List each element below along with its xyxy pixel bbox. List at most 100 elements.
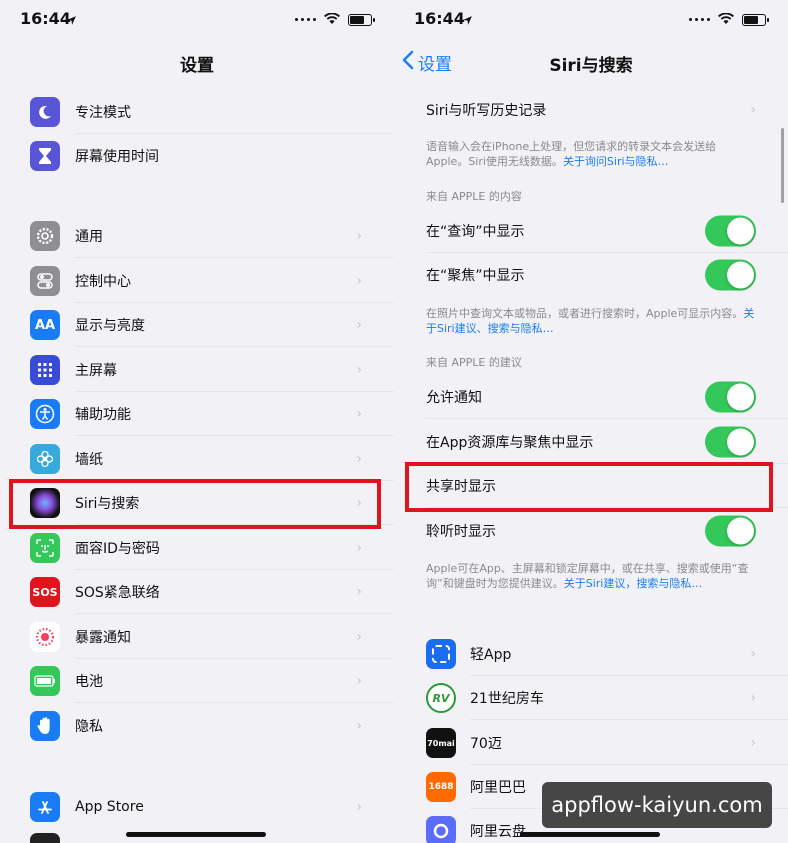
chevron-right-icon: › [356, 540, 362, 556]
settings-item-screen-time[interactable]: 屏幕使用时间 [0, 134, 394, 178]
privacy-link[interactable]: 关于询问Siri与隐私… [563, 155, 669, 168]
settings-item-battery[interactable]: 电池 › [0, 659, 394, 703]
chevron-right-icon: › [750, 646, 756, 662]
moon-icon [30, 97, 60, 127]
app-label: 阿里巴巴 [470, 780, 526, 796]
siri-search-screen: 16:44 设置 Siri与搜索 Siri与听写历史记录 › 语音输入会在iPh… [394, 0, 788, 843]
70mai-icon: 70mai [426, 728, 456, 758]
settings-item-general[interactable]: 通用 › [0, 214, 394, 258]
chevron-right-icon: › [356, 317, 362, 333]
siri-history-row[interactable]: Siri与听写历史记录 › [426, 88, 788, 132]
chevron-right-icon: › [356, 362, 362, 378]
suggestions-privacy-link[interactable]: 关于Siri建议，搜索与隐私… [564, 577, 703, 590]
app-label: 阿里云盘 [470, 824, 526, 840]
face-id-icon [30, 533, 60, 563]
status-bar: 16:44 [394, 0, 788, 36]
page-title: Siri与搜索 [549, 56, 633, 76]
show-in-lookup-toggle[interactable] [705, 215, 756, 247]
cellular-signal-icon [689, 18, 710, 21]
switches-icon [30, 266, 60, 296]
highlight-box [9, 479, 381, 529]
listening-toggle[interactable] [705, 515, 756, 547]
settings-item-label: 隐私 [75, 719, 103, 735]
row-label: 在App资源库与聚焦中显示 [426, 435, 594, 451]
show-in-lookup-row: 在“查询”中显示 [426, 209, 788, 253]
text-size-icon: AA [30, 310, 60, 340]
privacy-note: 语音输入会在iPhone上处理，但您请求的转录文本会发送给Apple。Siri使… [426, 140, 717, 168]
listening-row: 聆听时显示 [426, 509, 788, 553]
page-title: 设置 [180, 56, 214, 76]
highlight-box [405, 462, 773, 512]
app-library-row: 在App资源库与聚焦中显示 [426, 420, 788, 464]
allow-notifications-row: 允许通知 [426, 375, 788, 419]
hand-icon [30, 711, 60, 741]
status-time: 16:44 [414, 9, 465, 28]
settings-item-label: 屏幕使用时间 [75, 149, 159, 165]
battery-status-icon [742, 13, 769, 26]
row-label: 聆听时显示 [426, 524, 496, 540]
settings-item-label: 电池 [75, 674, 103, 690]
settings-item-label: App Store [75, 799, 144, 815]
wifi-icon [324, 10, 340, 29]
suggestions-note: Apple可在App、主屏幕和锁定屏幕中，或在共享、搜索或使用“查询”和键盘时为… [426, 562, 749, 590]
app-store-icon [30, 792, 60, 822]
flower-icon [30, 444, 60, 474]
home-grid-icon [30, 355, 60, 385]
show-in-spotlight-row: 在“聚焦”中显示 [426, 253, 788, 297]
settings-item-app-store[interactable]: App Store › [0, 785, 394, 829]
settings-item-label: 主屏幕 [75, 363, 117, 379]
app-row[interactable]: RV 21世纪房车 › [394, 676, 788, 720]
light-app-icon [426, 639, 456, 669]
show-in-spotlight-toggle[interactable] [705, 259, 756, 291]
settings-item-wallpaper[interactable]: 墙纸 › [0, 437, 394, 481]
settings-item-control-center[interactable]: 控制中心 › [0, 259, 394, 303]
scroll-indicator[interactable] [781, 128, 784, 203]
settings-item-exposure[interactable]: 暴露通知 › [0, 615, 394, 659]
settings-item-focus[interactable]: 专注模式 [0, 90, 394, 134]
app-row[interactable]: 轻App › [394, 632, 788, 676]
spotlight-note: 在照片中查询文本或物品，或者进行搜索时，Apple可显示内容。关于Siri建议、… [426, 307, 755, 335]
chevron-right-icon: › [356, 718, 362, 734]
settings-item-label: 暴露通知 [75, 630, 131, 646]
chevron-right-icon: › [356, 629, 362, 645]
settings-item-label: 面容ID与密码 [75, 541, 160, 557]
section-header: 来自 APPLE 的建议 [426, 356, 522, 369]
chevron-right-icon: › [356, 584, 362, 600]
gear-icon [30, 221, 60, 251]
chevron-right-icon: › [356, 673, 362, 689]
exposure-icon [30, 622, 60, 652]
location-arrow-icon [462, 11, 473, 30]
settings-item-home-screen[interactable]: 主屏幕 › [0, 348, 394, 392]
chevron-right-icon: › [750, 735, 756, 751]
section-header: 来自 APPLE 的内容 [426, 190, 522, 203]
home-indicator [520, 832, 660, 837]
app-row[interactable]: 70mai 70迈 › [394, 721, 788, 765]
chevron-right-icon: › [750, 690, 756, 706]
settings-item-face-id[interactable]: 面容ID与密码 › [0, 526, 394, 570]
settings-item-accessibility[interactable]: 辅助功能 › [0, 392, 394, 436]
chevron-right-icon: › [750, 102, 756, 118]
settings-item-label: 墙纸 [75, 452, 103, 468]
hourglass-icon [30, 141, 60, 171]
sos-icon: SOS [30, 577, 60, 607]
app-label: 轻App [470, 647, 512, 663]
settings-item-label: SOS紧急联络 [75, 585, 160, 601]
watermark: appflow-kaiyun.com [542, 782, 772, 828]
app-library-toggle[interactable] [705, 426, 756, 458]
settings-item-privacy[interactable]: 隐私 › [0, 704, 394, 748]
row-label: 在“查询”中显示 [426, 224, 525, 240]
app-label: 21世纪房车 [470, 691, 544, 707]
settings-item-emergency-sos[interactable]: SOS SOS紧急联络 › [0, 570, 394, 614]
settings-item-label: 显示与亮度 [75, 318, 145, 334]
status-time: 16:44 [20, 9, 71, 28]
row-label: Siri与听写历史记录 [426, 103, 547, 119]
wifi-icon [718, 10, 734, 29]
battery-icon [30, 666, 60, 696]
location-arrow-icon [66, 11, 77, 30]
settings-item-display[interactable]: AA 显示与亮度 › [0, 303, 394, 347]
chevron-right-icon: › [356, 799, 362, 815]
wallet-icon [30, 833, 60, 843]
allow-notifications-toggle[interactable] [705, 381, 756, 413]
alibaba-icon: 1688 [426, 772, 456, 802]
settings-item-label: 控制中心 [75, 274, 131, 290]
